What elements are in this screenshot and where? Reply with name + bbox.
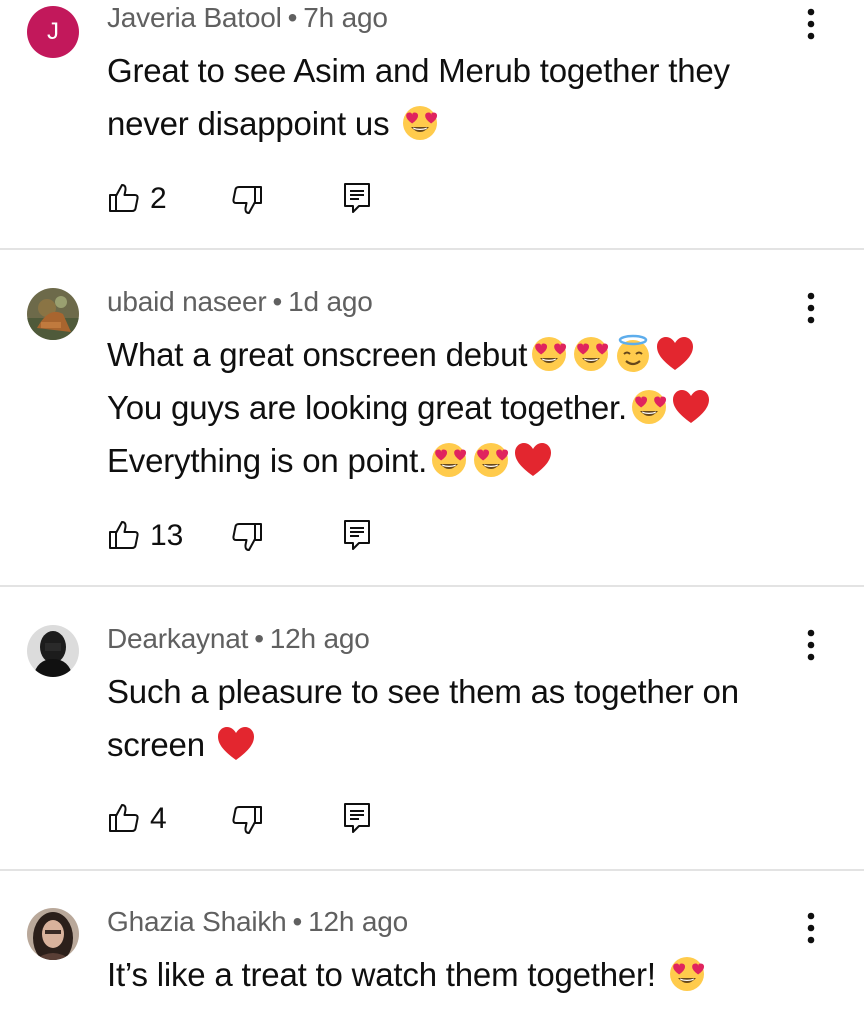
reply-icon[interactable] — [342, 181, 372, 215]
comment-line: What a great onscreen debut — [107, 328, 817, 381]
like-icon[interactable] — [107, 518, 141, 552]
heart-eyes-emoji-icon — [400, 103, 440, 143]
author-name[interactable]: Dearkaynat — [107, 623, 248, 654]
author-name[interactable]: ubaid naseer — [107, 286, 267, 317]
comment-line: screen — [107, 718, 817, 771]
comment-header: Dearkaynat • 12h ago — [107, 623, 370, 655]
divider — [0, 869, 864, 871]
comment-header: Javeria Batool • 7h ago — [107, 2, 388, 34]
more-options-icon[interactable] — [796, 908, 826, 948]
comment-line: Great to see Asim and Merub together the… — [107, 52, 730, 89]
heart-eyes-emoji-icon — [667, 954, 707, 994]
like-count: 4 — [150, 802, 167, 835]
comment-actions: 4 — [107, 801, 507, 841]
reply-icon[interactable] — [342, 801, 372, 835]
comment-line: Such a pleasure to see them as together … — [107, 673, 739, 710]
comment-time: 7h ago — [303, 2, 388, 33]
heart-eyes-emoji-icon — [629, 387, 669, 427]
comment-line: You guys are looking great together. — [107, 381, 817, 434]
author-name[interactable]: Ghazia Shaikh — [107, 906, 287, 937]
comment-time: 1d ago — [288, 286, 373, 317]
comment-text: It’s like a treat to watch them together… — [107, 948, 817, 1001]
avatar[interactable] — [27, 908, 79, 960]
author-name[interactable]: Javeria Batool — [107, 2, 282, 33]
comment-text: Great to see Asim and Merub together the… — [107, 44, 817, 150]
more-options-icon[interactable] — [796, 625, 826, 665]
dislike-icon[interactable] — [230, 803, 264, 837]
comment-header: ubaid naseer • 1d ago — [107, 286, 373, 318]
separator-dot: • — [292, 906, 303, 937]
separator-dot: • — [254, 623, 264, 654]
like-icon[interactable] — [107, 801, 141, 835]
comment-actions: 13 — [107, 518, 507, 558]
comment-time: 12h ago — [308, 906, 408, 937]
like-count: 2 — [150, 182, 167, 215]
avatar[interactable]: J — [27, 6, 79, 58]
separator-dot: • — [272, 286, 283, 317]
comment-line: It’s like a treat to watch them together… — [107, 948, 817, 1001]
heart-eyes-emoji-icon — [471, 440, 511, 480]
more-options-icon[interactable] — [796, 288, 826, 328]
dislike-icon[interactable] — [230, 520, 264, 554]
divider — [0, 585, 864, 587]
avatar[interactable] — [27, 288, 79, 340]
reply-icon[interactable] — [342, 518, 372, 552]
avatar[interactable] — [27, 625, 79, 677]
comment-header: Ghazia Shaikh • 12h ago — [107, 906, 408, 938]
red-heart-emoji-icon — [655, 334, 695, 374]
separator-dot: • — [287, 2, 298, 33]
comment-line: never disappoint us — [107, 97, 817, 150]
heart-eyes-emoji-icon — [429, 440, 469, 480]
comment-line: Everything is on point. — [107, 434, 817, 487]
halo-emoji-icon — [613, 334, 653, 374]
like-count: 13 — [150, 519, 184, 552]
like-icon[interactable] — [107, 181, 141, 215]
dislike-icon[interactable] — [230, 183, 264, 217]
divider — [0, 248, 864, 250]
comment-actions: 2 — [107, 181, 507, 221]
red-heart-emoji-icon — [513, 440, 553, 480]
red-heart-emoji-icon — [216, 724, 256, 764]
comment-time: 12h ago — [269, 623, 370, 654]
heart-eyes-emoji-icon — [529, 334, 569, 374]
comment-text: What a great onscreen debut You guys are… — [107, 328, 817, 487]
more-options-icon[interactable] — [796, 4, 826, 44]
comment-text: Such a pleasure to see them as together … — [107, 665, 817, 771]
heart-eyes-emoji-icon — [571, 334, 611, 374]
red-heart-emoji-icon — [671, 387, 711, 427]
